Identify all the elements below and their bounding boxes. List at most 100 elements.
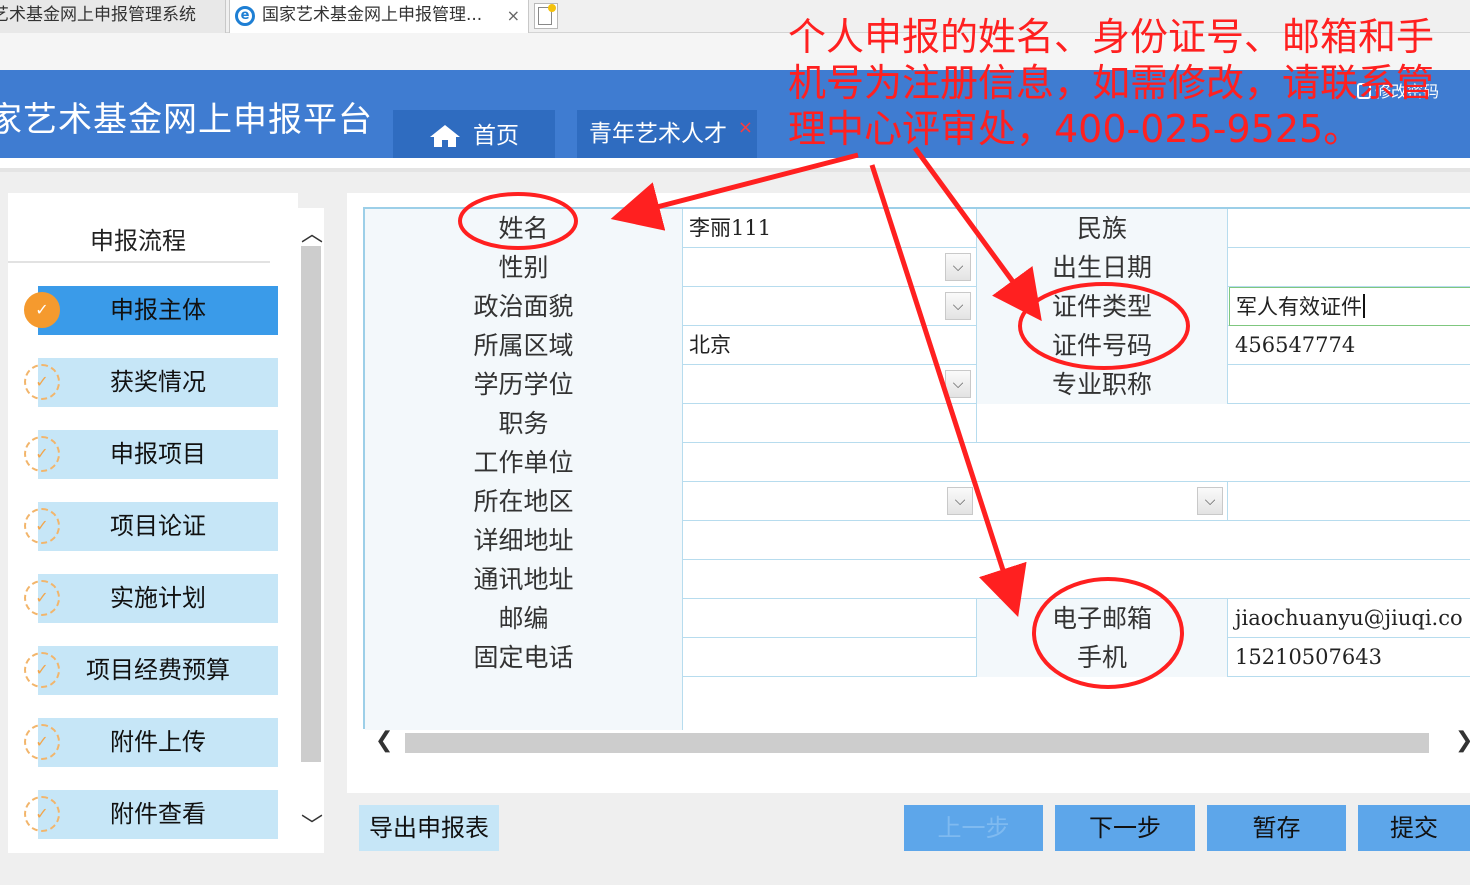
region-label: 所属区域	[365, 326, 683, 365]
gender-select[interactable]: ⌵	[683, 248, 976, 287]
birthdate-field[interactable]	[1229, 248, 1470, 287]
sidebar-step-label: 附件查看	[110, 800, 206, 828]
sidebar-step-justification[interactable]: ✓ 项目论证	[24, 502, 278, 551]
professional-title-label: 专业职称	[976, 365, 1228, 404]
political-status-label: 政治面貌	[365, 287, 683, 326]
divider	[8, 261, 270, 263]
education-select[interactable]: ⌵	[683, 365, 976, 404]
address-field[interactable]	[683, 521, 1470, 560]
sidebar-step-label: 附件上传	[110, 728, 206, 756]
browser-tab-title: 艺术基金网上申报管理系统	[0, 5, 196, 25]
position-field-extra[interactable]	[976, 404, 1470, 443]
close-icon[interactable]: ×	[738, 104, 753, 152]
next-step-button[interactable]: 下一步	[1055, 805, 1195, 851]
id-number-field[interactable]: 456547774	[1229, 326, 1470, 365]
tab-home[interactable]: 首页	[393, 110, 555, 158]
sidebar-step-project[interactable]: ✓ 申报项目	[24, 430, 278, 479]
check-icon: ✓	[24, 580, 60, 616]
ie-icon: e	[235, 6, 255, 26]
chevron-left-icon[interactable]: ❮	[375, 728, 393, 753]
browser-tab-inactive[interactable]: 艺术基金网上申报管理系统	[0, 0, 226, 33]
province-select[interactable]: ⌵	[683, 482, 976, 521]
tab-youth-art-talent[interactable]: 青年艺术人才 ×	[577, 110, 757, 158]
form-row: 政治面貌 ⌵ 证件类型 军人有效证件	[365, 287, 1470, 326]
position-label: 职务	[365, 404, 683, 443]
ethnicity-label: 民族	[976, 209, 1228, 248]
form-row: 工作单位	[365, 443, 1470, 482]
phone-field[interactable]	[683, 638, 976, 677]
previous-step-button[interactable]: 上一步	[904, 805, 1043, 851]
mailing-address-label: 通讯地址	[365, 560, 683, 599]
save-draft-button[interactable]: 暂存	[1207, 805, 1346, 851]
email-label: 电子邮箱	[976, 599, 1228, 638]
form-row-empty	[365, 677, 1470, 731]
sidebar-step-upload[interactable]: ✓ 附件上传	[24, 718, 278, 767]
sidebar-step-awards[interactable]: ✓ 获奖情况	[24, 358, 278, 407]
city-select[interactable]: ⌵	[976, 482, 1228, 521]
annotation-note: 个人申报的姓名、身份证号、邮箱和手机号为注册信息，如需修改，请联系管理中心评审处…	[788, 15, 1435, 151]
export-form-button[interactable]: 导出申报表	[359, 805, 499, 851]
submit-button[interactable]: 提交	[1358, 805, 1470, 851]
close-icon[interactable]: ×	[507, 0, 520, 31]
sidebar: 申报流程 ✓ 申报主体 ✓ 获奖情况 ✓ 申报项目 ✓ 项目论证 ✓ 实施计划 …	[8, 193, 298, 853]
check-icon: ✓	[24, 508, 60, 544]
browser-tab-active[interactable]: e 国家艺术基金网上申报管理... ×	[229, 0, 529, 33]
chevron-down-icon[interactable]: ﹀	[301, 808, 323, 840]
sidebar-step-label: 获奖情况	[110, 368, 206, 396]
mailing-address-field[interactable]	[683, 560, 1470, 599]
scrollbar-thumb[interactable]	[301, 246, 321, 762]
political-status-select[interactable]: ⌵	[683, 287, 976, 326]
form-row: 职务	[365, 404, 1470, 443]
sidebar-step-label: 申报项目	[110, 440, 206, 468]
chevron-down-icon[interactable]: ⌵	[945, 292, 971, 320]
sidebar-step-label: 实施计划	[110, 584, 206, 612]
chevron-down-icon[interactable]: ⌵	[945, 253, 971, 281]
browser-tab-title: 国家艺术基金网上申报管理...	[262, 5, 483, 25]
form-row: 性别 ⌵ 出生日期	[365, 248, 1470, 287]
address-label: 详细地址	[365, 521, 683, 560]
check-icon: ✓	[24, 652, 60, 688]
region-field[interactable]: 北京	[683, 326, 976, 365]
sidebar-step-applicant[interactable]: ✓ 申报主体	[24, 286, 278, 335]
form-row: 所在地区 ⌵ ⌵	[365, 482, 1470, 521]
form-panel: 姓名 李丽111 民族 性别 ⌵ 出生日期 政治面貌 ⌵ 证件类型 军人有效证件…	[347, 193, 1470, 793]
sidebar-step-budget[interactable]: ✓ 项目经费预算	[24, 646, 278, 695]
name-field[interactable]: 李丽111	[683, 209, 976, 248]
text-cursor	[1363, 294, 1365, 318]
chevron-up-icon[interactable]: ︿	[301, 216, 323, 248]
new-tab-button[interactable]	[534, 3, 558, 29]
form-row: 学历学位 ⌵ 专业职称	[365, 365, 1470, 404]
id-type-label: 证件类型	[976, 287, 1228, 326]
location-label: 所在地区	[365, 482, 683, 521]
sidebar-step-plan[interactable]: ✓ 实施计划	[24, 574, 278, 623]
email-field[interactable]: jiaochuanyu@jiuqi.co	[1229, 599, 1470, 638]
app-title: 家艺术基金网上申报平台	[0, 100, 373, 140]
horizontal-scrollbar[interactable]: ❮ ❯	[355, 728, 1470, 756]
district-select[interactable]	[1229, 482, 1470, 521]
check-icon: ✓	[24, 436, 60, 472]
chevron-down-icon[interactable]: ⌵	[1197, 487, 1223, 515]
form-row: 详细地址	[365, 521, 1470, 560]
professional-title-field[interactable]	[1229, 365, 1470, 404]
birthdate-label: 出生日期	[976, 248, 1228, 287]
employer-field[interactable]	[683, 443, 1470, 482]
form-row: 固定电话 手机 15210507643	[365, 638, 1470, 677]
sidebar-step-label: 申报主体	[110, 296, 206, 324]
chevron-down-icon[interactable]: ⌵	[945, 370, 971, 398]
scrollbar-thumb[interactable]	[405, 733, 1429, 753]
mobile-label: 手机	[976, 638, 1228, 677]
check-icon: ✓	[24, 364, 60, 400]
sidebar-title: 申报流程	[90, 227, 186, 255]
id-type-field[interactable]: 军人有效证件	[1229, 287, 1470, 326]
form-row: 姓名 李丽111 民族	[365, 209, 1470, 248]
postcode-field[interactable]	[683, 599, 976, 638]
position-field[interactable]	[683, 404, 976, 443]
sidebar-step-view-attachments[interactable]: ✓ 附件查看	[24, 790, 278, 839]
chevron-down-icon[interactable]: ⌵	[947, 487, 973, 515]
mobile-field[interactable]: 15210507643	[1229, 638, 1470, 677]
chevron-right-icon[interactable]: ❯	[1455, 728, 1470, 753]
id-number-label: 证件号码	[976, 326, 1228, 365]
gender-label: 性别	[365, 248, 683, 287]
ethnicity-field[interactable]	[1229, 209, 1470, 248]
sidebar-scrollbar[interactable]: ︿ ﹀	[298, 208, 324, 853]
